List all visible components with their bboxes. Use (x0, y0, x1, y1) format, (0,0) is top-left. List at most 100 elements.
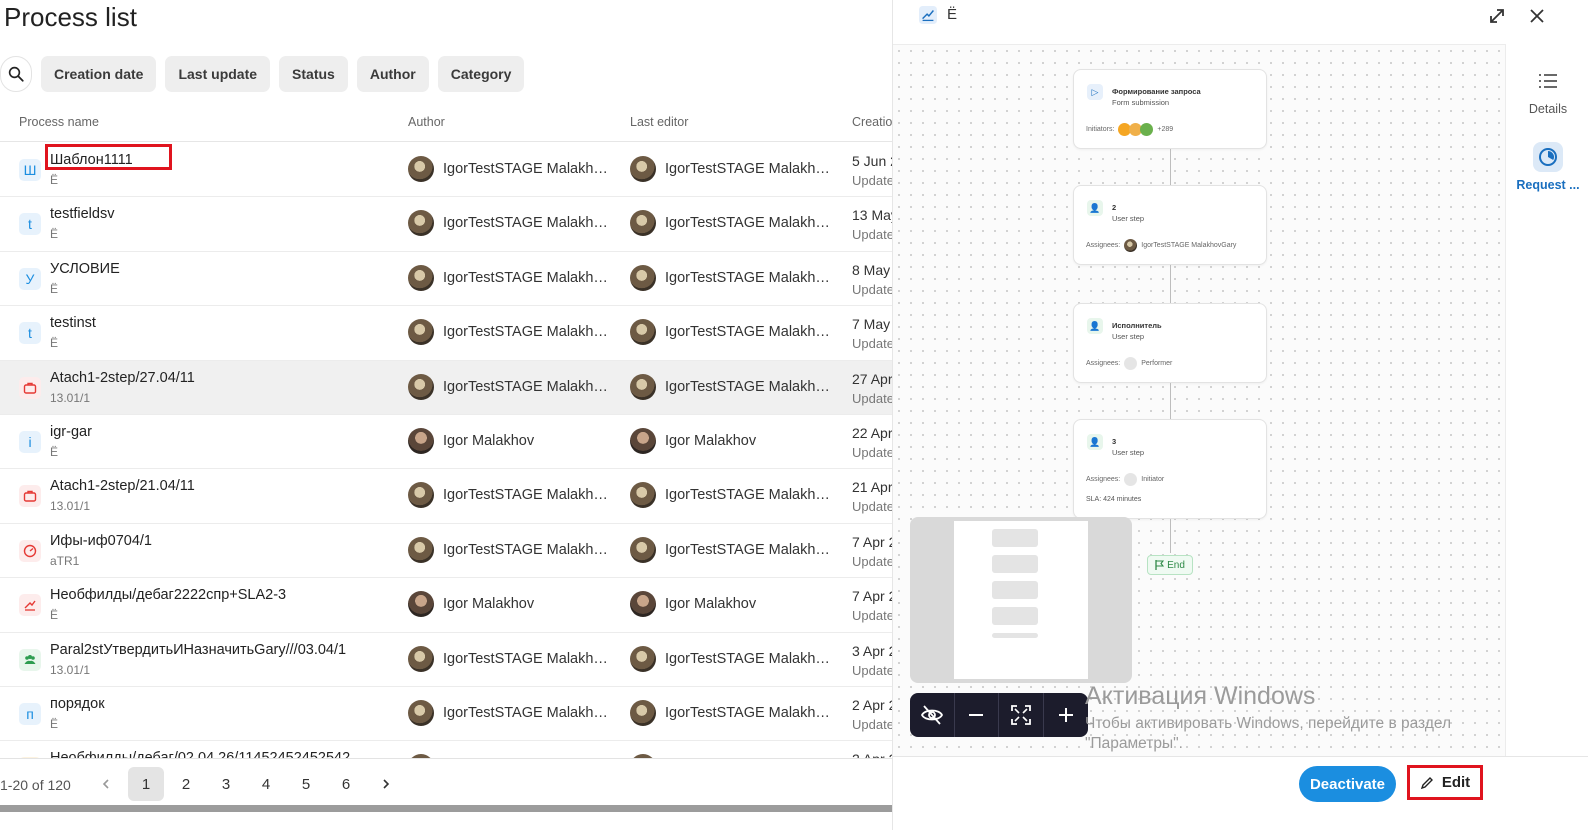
chevron-right-icon (383, 779, 390, 789)
signature-icon (19, 594, 41, 617)
page-title: Process list (4, 2, 137, 32)
toggle-visibility-button[interactable] (910, 693, 955, 737)
creation-date: 2 Apr 2 (852, 696, 892, 713)
list-icon (1533, 66, 1563, 96)
filter-status[interactable]: Status (279, 56, 348, 92)
update-label: Update (852, 336, 892, 352)
table-row[interactable]: i igr-gar Ё Igor Malakhov Igor Malakhov 22 Ap… (0, 415, 892, 470)
last-editor-cell: IgorTestSTAGE Malakh… (630, 699, 830, 726)
page-button-5[interactable]: 5 (288, 767, 324, 801)
creation-date: 7 Apr 2 (852, 588, 892, 605)
deactivate-button[interactable]: Deactivate (1299, 766, 1396, 802)
search-icon (8, 66, 24, 82)
diagram-edge (1170, 149, 1171, 185)
process-category: aTR1 (50, 553, 80, 568)
avatar (630, 699, 656, 726)
process-name[interactable]: Atach1-2step/21.04/11 (50, 478, 195, 494)
process-diagram-canvas[interactable]: ▷ Формирование запроса Form submission I… (893, 44, 1505, 756)
page-button-1[interactable]: 1 (128, 767, 164, 801)
diagram-node-end[interactable]: End (1147, 555, 1193, 575)
filter-category[interactable]: Category (437, 56, 525, 92)
search-button[interactable] (0, 56, 32, 92)
letter-avatar-icon: У (19, 267, 41, 290)
filter-creation-date[interactable]: Creation date (41, 56, 157, 92)
process-name[interactable]: Atach1-2step/27.04/11 (50, 370, 195, 386)
avatar (408, 591, 434, 618)
update-label: Update (852, 173, 892, 188)
expand-icon[interactable] (1487, 6, 1507, 26)
pagination-range: 1-20 of 120 (0, 777, 71, 793)
process-name[interactable]: порядок (50, 696, 105, 712)
update-label: Update (852, 390, 892, 406)
creation-date: 22 Apr (852, 424, 892, 441)
table-row[interactable]: Необфилды/дебаг2222спр+SLA2-3 Ё Igor Malak… (0, 578, 892, 633)
minimap-viewport[interactable] (954, 521, 1088, 679)
avatar (408, 319, 434, 346)
author-cell: IgorTestSTAGE Malakh… (408, 536, 608, 563)
page-button-4[interactable]: 4 (248, 767, 284, 801)
highlight-box (45, 144, 172, 170)
table-row[interactable]: Ифы-иф0704/1 aTR1 IgorTestSTAGE Malakh… Igo… (0, 524, 892, 579)
update-label: Update (852, 227, 892, 243)
process-category: Ё (50, 608, 59, 623)
pagination-bar: 1-20 of 120 123456 (0, 758, 892, 810)
briefcase-icon (19, 376, 41, 399)
page-button-6[interactable]: 6 (328, 767, 364, 801)
node-title: Формирование запроса (1112, 87, 1201, 96)
column-last-editor[interactable]: Last editor (630, 115, 688, 129)
last-editor-cell: IgorTestSTAGE Malakh… (630, 264, 830, 291)
diagram-minimap[interactable] (910, 517, 1132, 683)
next-page-button[interactable] (368, 767, 404, 801)
person-icon (1124, 473, 1138, 486)
zoom-in-button[interactable] (1044, 693, 1089, 737)
filter-author[interactable]: Author (356, 56, 429, 92)
process-name[interactable]: Paral2stУтвердитьИНазначитьGary///03.04/… (50, 642, 346, 658)
table-row[interactable]: t testfieldsv Ё IgorTestSTAGE Malakh… IgorTe… (0, 197, 892, 252)
table-row[interactable]: Paral2stУтвердитьИНазначитьGary///03.04/… (0, 633, 892, 687)
edit-button[interactable]: Edit (1407, 765, 1483, 800)
avatar (630, 156, 656, 182)
page-button-3[interactable]: 3 (208, 767, 244, 801)
creation-date: 3 Apr 2 (852, 642, 892, 659)
process-name[interactable]: testinst (50, 315, 96, 331)
column-creation[interactable]: Creatio (852, 115, 892, 129)
process-category: Ё (50, 281, 59, 296)
page-button-2[interactable]: 2 (168, 767, 204, 801)
column-author[interactable]: Author (408, 115, 445, 129)
diagram-node-user-step[interactable]: 👤 2 User step Assignees: IgorTestSTAGE M… (1073, 185, 1267, 265)
group-icon (19, 648, 41, 671)
app-root: Process list Creation date Last update S… (0, 0, 1588, 830)
table-row[interactable]: У УСЛОВИЕ Ё IgorTestSTAGE Malakh… IgorTestST… (0, 252, 892, 307)
tab-request[interactable]: Request ... (1506, 142, 1588, 192)
author-cell: IgorTestSTAGE Malakh… (408, 482, 608, 509)
filter-last-update[interactable]: Last update (165, 56, 271, 92)
table-row[interactable]: t testinst Ё IgorTestSTAGE Malakh… IgorTestS… (0, 306, 892, 361)
close-icon[interactable] (1527, 6, 1547, 26)
minus-icon (969, 714, 984, 716)
process-name[interactable]: Необфилды/дебаг2222спр+SLA2-3 (50, 587, 286, 603)
author-cell: IgorTestSTAGE Malakh… (408, 264, 608, 291)
process-name[interactable]: igr-gar (50, 424, 92, 440)
process-category: Ё (50, 716, 59, 731)
update-label: Update (852, 281, 892, 297)
process-name[interactable]: testfieldsv (50, 206, 114, 222)
zoom-out-button[interactable] (955, 693, 999, 737)
process-name[interactable]: Ифы-иф0704/1 (50, 533, 152, 549)
last-editor-cell: IgorTestSTAGE Malakh… (630, 536, 830, 563)
column-process-name[interactable]: Process name (19, 115, 99, 129)
diagram-controls (910, 693, 1088, 737)
diagram-node-user-step[interactable]: 👤 3 User step Assignees: Initiator SLA: … (1073, 419, 1267, 519)
table-row[interactable]: Atach1-2step/27.04/11 13.01/1 IgorTestSTAG… (0, 360, 892, 415)
table-row[interactable]: Atach1-2step/21.04/11 13.01/1 IgorTestSTAG… (0, 469, 892, 524)
diagram-node-user-step[interactable]: 👤 Исполнитель User step Assignees: Perfo… (1073, 303, 1267, 383)
tab-details[interactable]: Details (1506, 66, 1588, 116)
prev-page-button[interactable] (88, 767, 124, 801)
diagram-node-start[interactable]: ▷ Формирование запроса Form submission I… (1073, 69, 1267, 149)
last-editor-cell: IgorTestSTAGE Malakh… (630, 482, 830, 509)
avatar (408, 699, 434, 726)
process-name[interactable]: УСЛОВИЕ (50, 261, 120, 277)
table-row[interactable]: п порядок Ё IgorTestSTAGE Malakh… IgorTestST… (0, 687, 892, 742)
avatar (630, 264, 656, 291)
fit-view-button[interactable] (999, 693, 1044, 737)
node-sla: SLA: 424 minutes (1086, 496, 1142, 503)
